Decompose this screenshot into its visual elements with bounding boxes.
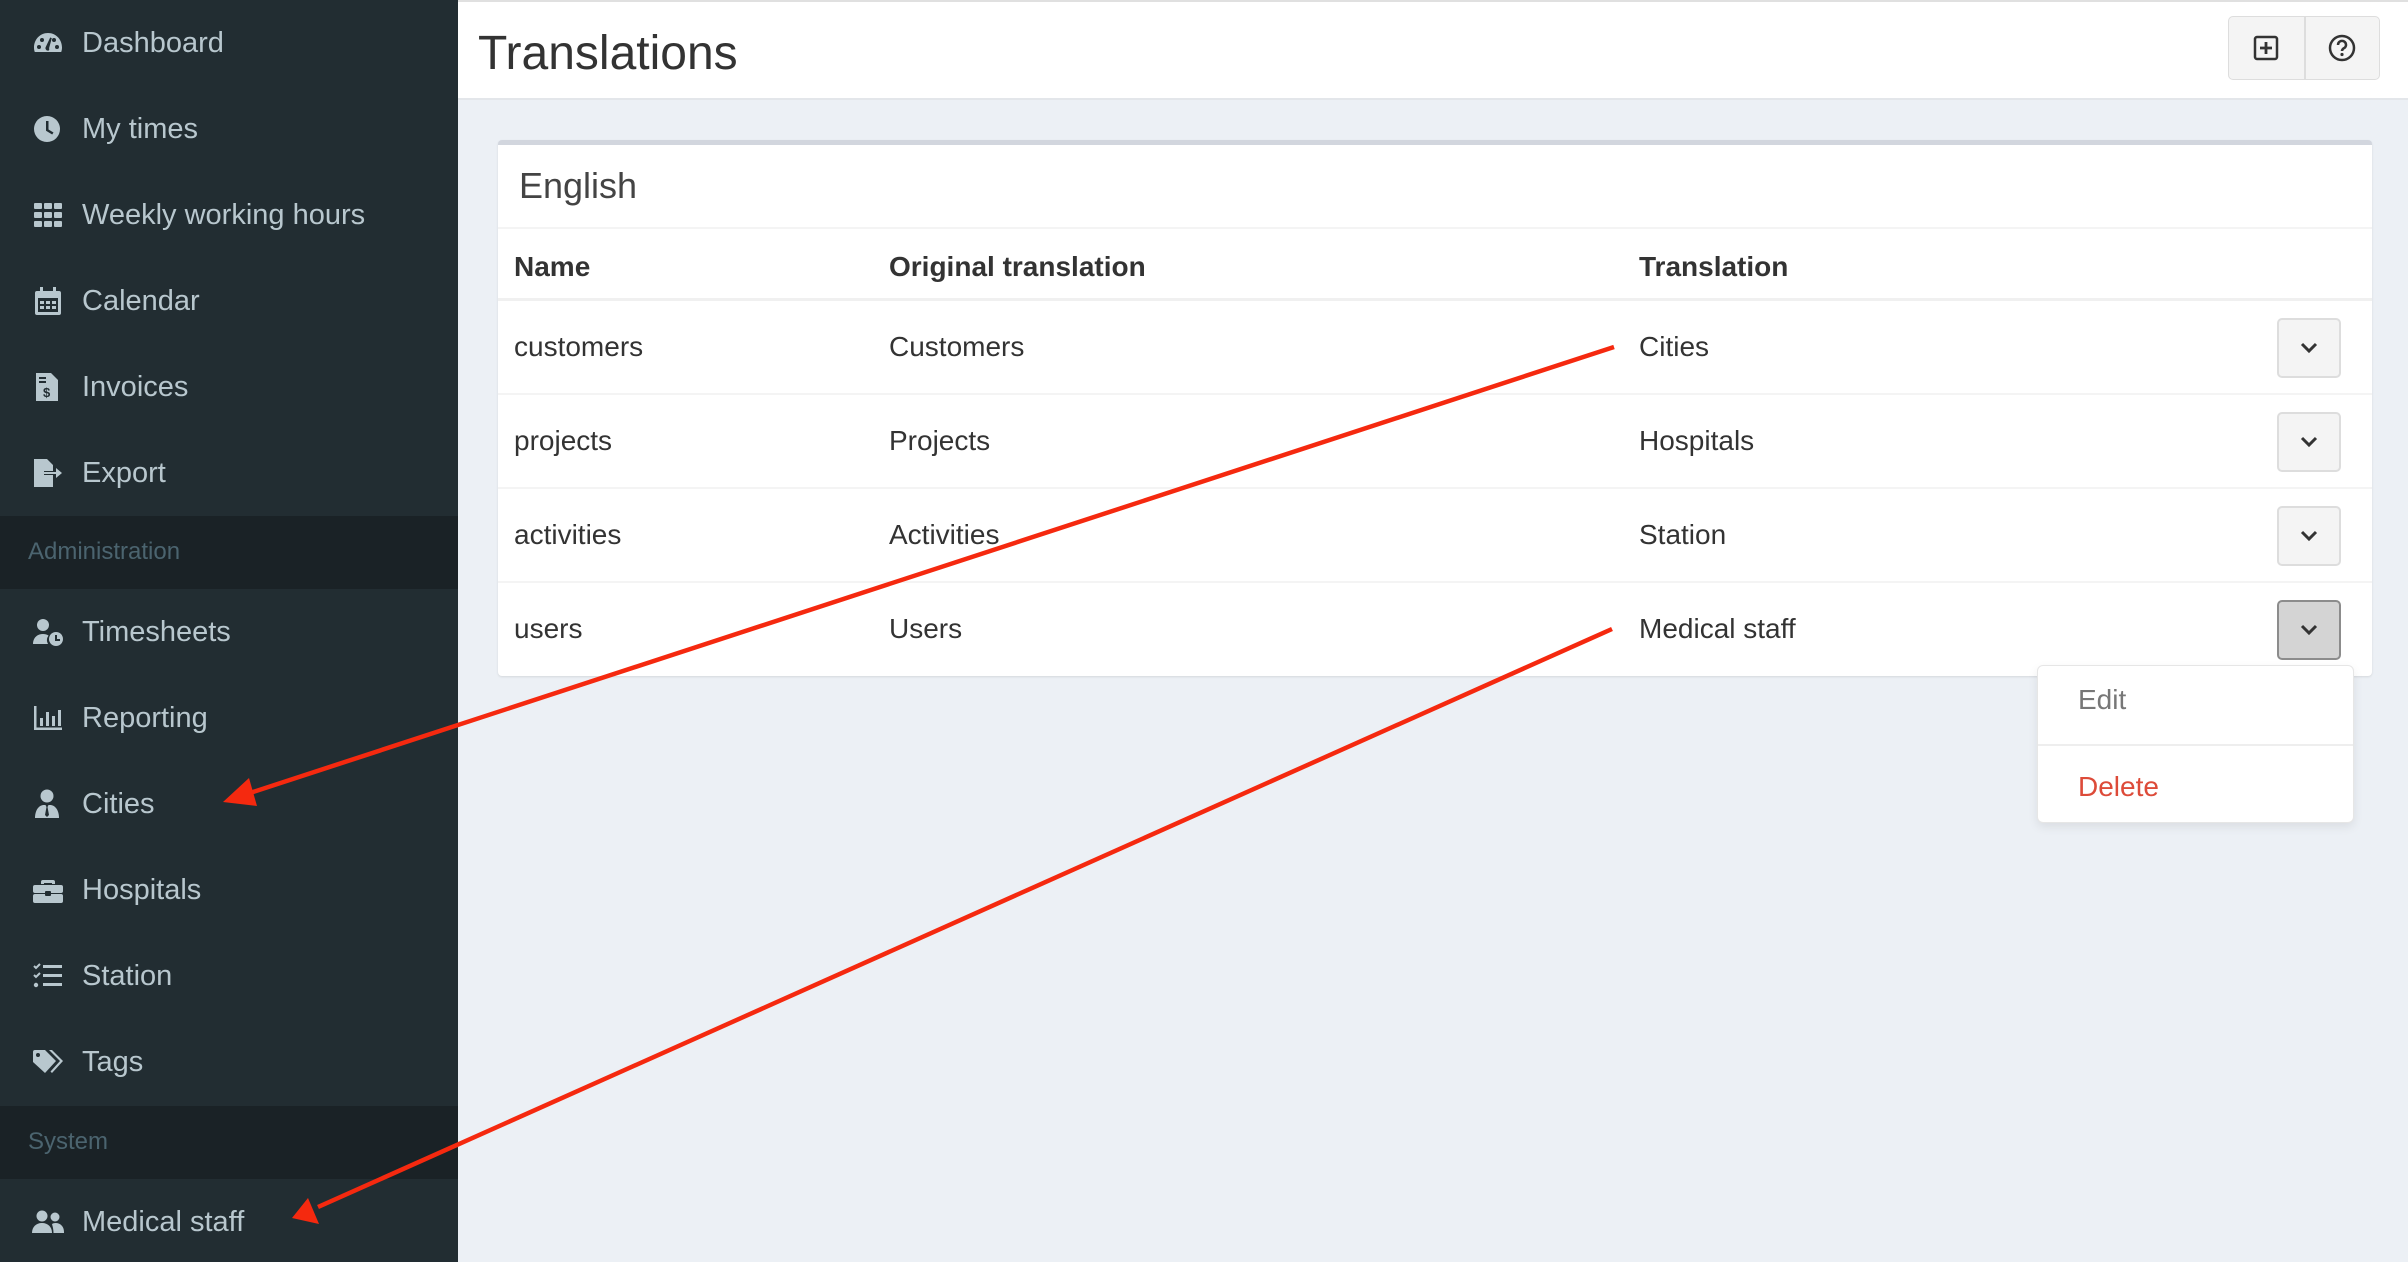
sidebar-item-dashboard[interactable]: Dashboard [0, 0, 458, 86]
question-circle-icon [2329, 34, 2356, 62]
sidebar-item-medical-staff[interactable]: Medical staff [0, 1179, 458, 1262]
column-header-name: Name [514, 251, 591, 282]
cell-name: projects [514, 425, 613, 456]
sidebar-item-station[interactable]: Station [0, 933, 458, 1019]
export-icon [32, 457, 64, 489]
column-header-translation: Translation [1639, 251, 1789, 282]
grid-icon [32, 199, 64, 231]
calendar-icon [32, 285, 64, 317]
clock-icon [32, 113, 64, 145]
cell-translation: Hospitals [1639, 425, 1755, 456]
sidebar-item-label: Cities [82, 787, 155, 820]
plus-square-icon [2254, 35, 2279, 61]
sidebar-item-label: Weekly working hours [82, 198, 366, 231]
users-icon [32, 1206, 64, 1238]
sidebar-item-my-times[interactable]: My times [0, 86, 458, 172]
dashboard-icon [32, 27, 64, 59]
cell-original: Activities [889, 519, 1000, 550]
sidebar-item-hospitals[interactable]: Hospitals [0, 847, 458, 933]
sidebar-section-administration: Administration [0, 516, 458, 589]
sidebar-item-label: Invoices [82, 370, 189, 403]
user-tie-icon [32, 788, 64, 820]
header-button-group [2228, 16, 2380, 80]
chevron-down-icon [2300, 342, 2318, 354]
cell-original: Users [889, 613, 963, 644]
page-title: Translations [478, 27, 738, 80]
chevron-down-icon [2300, 436, 2318, 448]
divider [498, 227, 2372, 229]
sidebar-item-timesheets[interactable]: Timesheets [0, 589, 458, 675]
invoice-icon: $ [32, 371, 64, 403]
sidebar-item-label: Tags [82, 1045, 144, 1078]
cell-original: Customers [889, 331, 1025, 362]
divider [2038, 744, 2353, 746]
sidebar-item-invoices[interactable]: $ Invoices [0, 344, 458, 430]
tasks-icon [32, 960, 64, 992]
sidebar-item-label: Medical staff [82, 1205, 245, 1238]
arrow-shaft [317, 626, 1613, 1210]
sidebar-item-label: Station [82, 959, 173, 992]
cell-translation: Medical staff [1639, 613, 1796, 644]
sidebar-item-label: Timesheets [82, 615, 231, 648]
sidebar-item-label: My times [82, 112, 198, 145]
content-header: Translations [458, 2, 2408, 100]
sidebar-item-label: Calendar [82, 284, 200, 317]
sidebar-item-reporting[interactable]: Reporting [0, 675, 458, 761]
chevron-down-icon [2300, 530, 2318, 542]
sidebar: Dashboard My times Weekly working hours … [0, 0, 458, 1262]
sidebar-item-tags[interactable]: Tags [0, 1019, 458, 1105]
row-actions-dropdown-button-active[interactable] [2277, 600, 2341, 660]
sidebar-item-label: Dashboard [82, 26, 224, 59]
chevron-down-icon [2300, 624, 2318, 636]
card-title: English [519, 165, 638, 206]
create-button[interactable] [2229, 17, 2304, 79]
cell-name: customers [514, 331, 644, 362]
row-actions-menu: Edit Delete [2037, 665, 2354, 823]
table-row: projects Projects Hospitals [498, 395, 2372, 489]
table-row: activities Activities Station [498, 489, 2372, 583]
svg-text:$: $ [43, 385, 51, 400]
sidebar-item-label: Hospitals [82, 873, 202, 906]
tags-icon [32, 1046, 64, 1078]
sidebar-item-weekly-working-hours[interactable]: Weekly working hours [0, 172, 458, 258]
cell-translation: Cities [1639, 331, 1710, 362]
chart-bar-icon [32, 702, 64, 734]
cell-name: activities [514, 519, 622, 550]
user-clock-icon [32, 616, 64, 648]
sidebar-item-calendar[interactable]: Calendar [0, 258, 458, 344]
sidebar-item-export[interactable]: Export [0, 430, 458, 516]
briefcase-icon [32, 874, 64, 906]
sidebar-section-label: Administration [28, 538, 181, 565]
row-actions-dropdown-button[interactable] [2277, 412, 2341, 472]
cell-translation: Station [1639, 519, 1727, 550]
cell-name: users [514, 613, 583, 644]
table-row: users Users Medical staff [498, 583, 2372, 677]
sidebar-item-cities[interactable]: Cities [0, 761, 458, 847]
sidebar-section-system: System [0, 1106, 458, 1179]
help-button[interactable] [2303, 17, 2379, 79]
row-actions-dropdown-button[interactable] [2277, 506, 2341, 566]
annotation-arrow-medical-staff [292, 626, 1613, 1224]
row-actions-dropdown-button[interactable] [2277, 318, 2341, 378]
menu-item-delete[interactable]: Delete [2078, 771, 2159, 803]
menu-item-edit[interactable]: Edit [2078, 684, 2126, 716]
sidebar-item-label: Export [82, 456, 166, 489]
sidebar-item-label: Reporting [82, 701, 208, 734]
column-header-original-translation: Original translation [889, 251, 1146, 282]
cell-original: Projects [889, 425, 991, 456]
table-row: customers Customers Cities [498, 301, 2372, 395]
translations-card: English Name Original translation Transl… [498, 140, 2372, 676]
sidebar-section-label: System [28, 1128, 109, 1155]
